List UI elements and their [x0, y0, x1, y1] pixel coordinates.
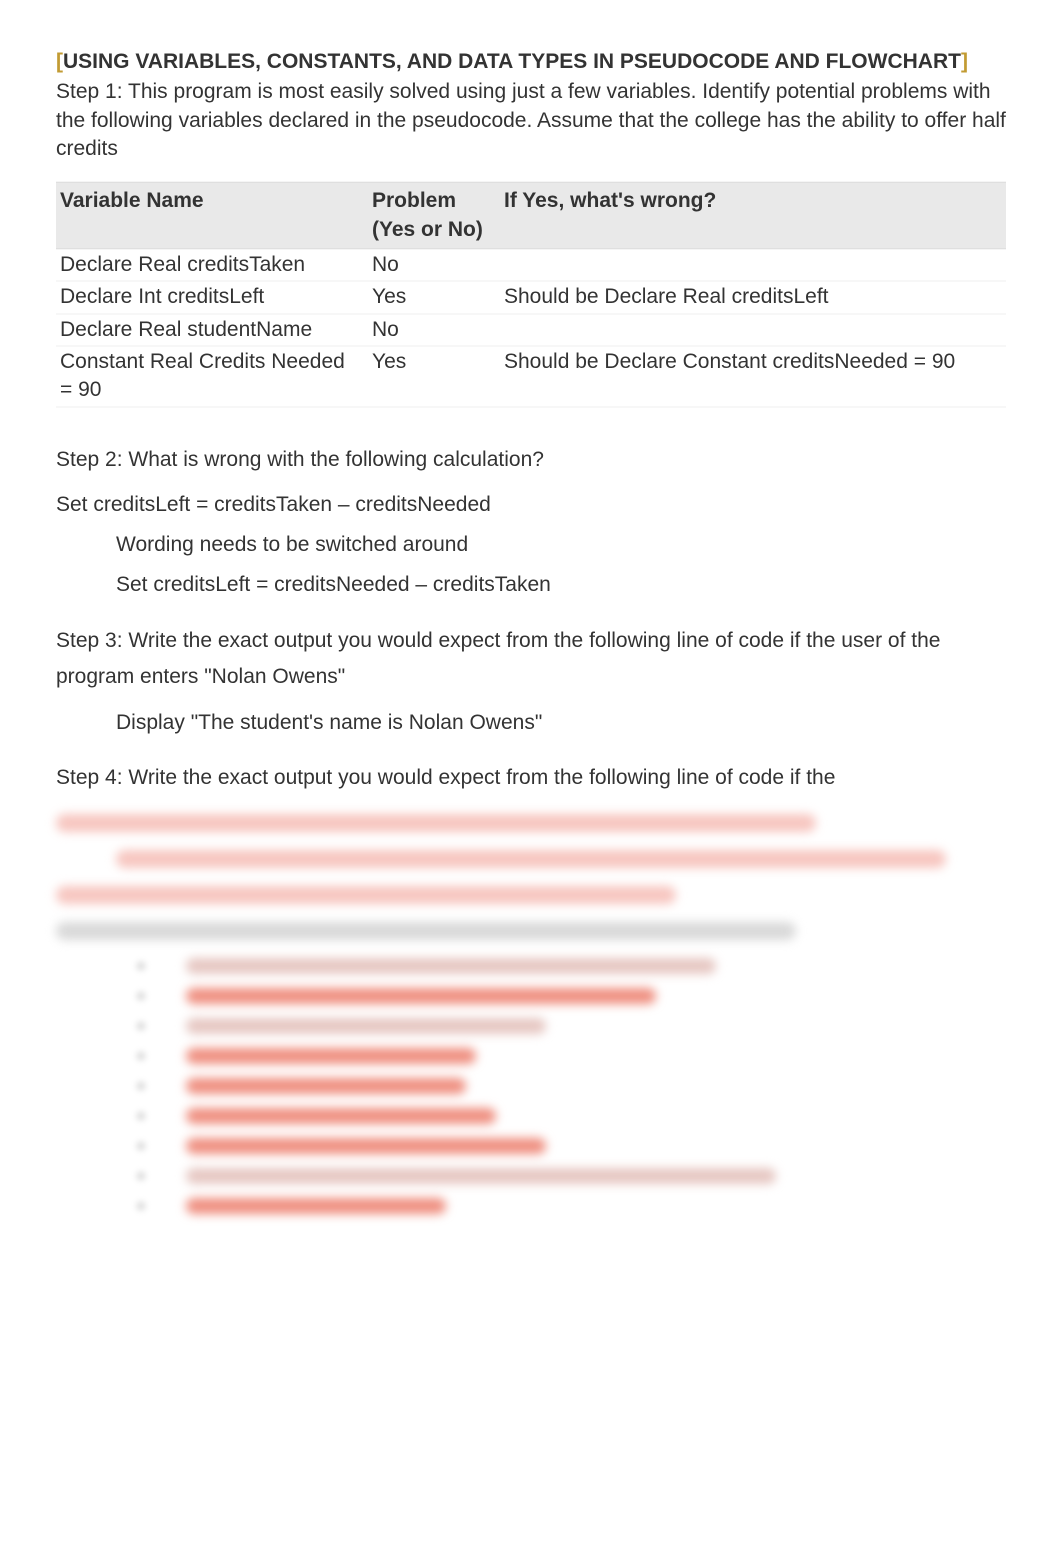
- blurred-text-line: [186, 1078, 466, 1094]
- blurred-text-line: [116, 850, 946, 868]
- cell-problem: Yes: [368, 281, 500, 313]
- step2-expression: Set creditsLeft = creditsTaken – credits…: [56, 485, 1006, 525]
- blurred-text-line: [186, 988, 656, 1004]
- blurred-bullet: [136, 1111, 146, 1121]
- step4-question: Step 4: Write the exact output you would…: [56, 760, 1006, 796]
- table-row: Declare Real studentName No: [56, 314, 1006, 346]
- blurred-bullet: [136, 1081, 146, 1091]
- cell-wrong: [500, 249, 1006, 281]
- title-bracket-open: [: [56, 50, 63, 73]
- cell-problem: Yes: [368, 346, 500, 407]
- cell-variable-name: Declare Real studentName: [56, 314, 368, 346]
- blurred-text-line: [56, 886, 676, 904]
- document-page: [USING VARIABLES, CONSTANTS, AND DATA TY…: [0, 0, 1062, 1288]
- step3-answer: Display "The student's name is Nolan Owe…: [56, 703, 1006, 743]
- title-bracket-close: ]: [961, 50, 968, 73]
- step2-question: Step 2: What is wrong with the following…: [56, 442, 1006, 478]
- step2-answer-text: Wording needs to be switched around: [56, 525, 1006, 565]
- blurred-list-item: [136, 988, 1006, 1004]
- blurred-text-line: [186, 1018, 546, 1034]
- cell-wrong: Should be Declare Constant creditsNeeded…: [500, 346, 1006, 407]
- blurred-list-item: [136, 1078, 1006, 1094]
- blurred-text-line: [186, 1108, 496, 1124]
- obscured-content: [56, 814, 1006, 1214]
- cell-variable-name: Constant Real Credits Needed = 90: [56, 346, 368, 407]
- header-variable-name: Variable Name: [56, 182, 368, 249]
- blurred-text-line: [186, 1168, 776, 1184]
- table-row: Constant Real Credits Needed = 90 Yes Sh…: [56, 346, 1006, 407]
- blurred-bullet: [136, 1051, 146, 1061]
- header-whats-wrong: If Yes, what's wrong?: [500, 182, 1006, 249]
- blurred-text-line: [56, 922, 796, 940]
- blurred-list-item: [136, 1168, 1006, 1184]
- blurred-bullet: [136, 961, 146, 971]
- blurred-text-line: [186, 1138, 546, 1154]
- blurred-list-item: [136, 1048, 1006, 1064]
- table-row: Declare Real creditsTaken No: [56, 249, 1006, 281]
- blurred-list-item: [136, 1108, 1006, 1124]
- blurred-bullet: [136, 1021, 146, 1031]
- step3-question: Step 3: Write the exact output you would…: [56, 623, 1006, 694]
- cell-wrong: [500, 314, 1006, 346]
- cell-problem: No: [368, 249, 500, 281]
- cell-variable-name: Declare Real creditsTaken: [56, 249, 368, 281]
- step2-answer-code: Set creditsLeft = creditsNeeded – credit…: [56, 565, 1006, 605]
- cell-wrong: Should be Declare Real creditsLeft: [500, 281, 1006, 313]
- title-text: USING VARIABLES, CONSTANTS, AND DATA TYP…: [63, 50, 961, 73]
- blurred-bullet: [136, 1171, 146, 1181]
- blurred-text-line: [186, 958, 716, 974]
- blurred-list-item: [136, 1198, 1006, 1214]
- blurred-bullet: [136, 1141, 146, 1151]
- blurred-text-line: [186, 1048, 476, 1064]
- cell-problem: No: [368, 314, 500, 346]
- page-title: [USING VARIABLES, CONSTANTS, AND DATA TY…: [56, 48, 1006, 76]
- blurred-list-item: [136, 1018, 1006, 1034]
- cell-variable-name: Declare Int creditsLeft: [56, 281, 368, 313]
- step1-intro: Step 1: This program is most easily solv…: [56, 78, 1006, 163]
- blurred-bullet: [136, 991, 146, 1001]
- blurred-list-item: [136, 1138, 1006, 1154]
- variables-table: Variable Name Problem (Yes or No) If Yes…: [56, 181, 1006, 407]
- blurred-list-item: [136, 958, 1006, 974]
- blurred-text-line: [186, 1198, 446, 1214]
- header-problem: Problem (Yes or No): [368, 182, 500, 249]
- blurred-text-line: [56, 814, 816, 832]
- table-header-row: Variable Name Problem (Yes or No) If Yes…: [56, 182, 1006, 249]
- blurred-bullet: [136, 1201, 146, 1211]
- table-row: Declare Int creditsLeft Yes Should be De…: [56, 281, 1006, 313]
